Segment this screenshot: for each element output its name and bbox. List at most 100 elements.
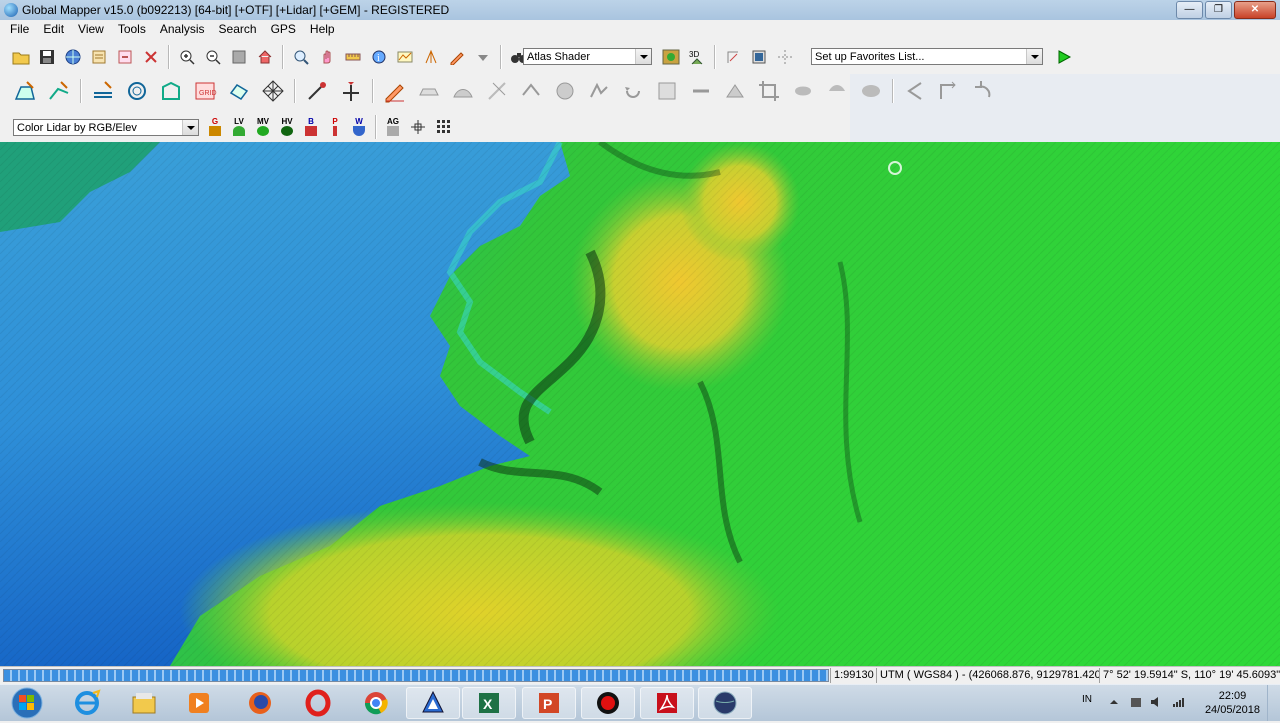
tray-expand-icon[interactable] xyxy=(1108,696,1120,708)
chrome-taskbar-icon[interactable] xyxy=(349,687,403,719)
export-icon[interactable] xyxy=(113,45,137,69)
connect-icon[interactable] xyxy=(686,76,716,106)
menu-help[interactable]: Help xyxy=(303,20,342,38)
save-icon[interactable] xyxy=(35,45,59,69)
combine-area-icon[interactable] xyxy=(856,76,886,106)
building-class-button[interactable]: B xyxy=(300,116,322,138)
cut-feature-icon[interactable] xyxy=(414,76,444,106)
global-mapper-taskbar-icon[interactable] xyxy=(406,687,460,719)
zoom-out-icon[interactable] xyxy=(201,45,225,69)
excel-taskbar-icon[interactable]: X xyxy=(462,687,516,719)
create-range-ring-icon[interactable] xyxy=(88,76,118,106)
media-player-taskbar-icon[interactable] xyxy=(172,687,226,719)
offset-icon[interactable] xyxy=(720,76,750,106)
scale-icon[interactable] xyxy=(652,76,682,106)
create-line-icon[interactable] xyxy=(44,76,74,106)
acrobat-taskbar-icon[interactable] xyxy=(640,687,694,719)
edit-vertices-icon[interactable] xyxy=(156,76,186,106)
low-veg-class-button[interactable]: LV xyxy=(228,116,250,138)
zoom-in-icon[interactable] xyxy=(175,45,199,69)
run-favorite-icon[interactable] xyxy=(1052,45,1076,69)
auto-classify-button[interactable]: AG xyxy=(382,116,404,138)
view-shed-icon[interactable] xyxy=(419,45,443,69)
lattice-icon[interactable] xyxy=(258,76,288,106)
minimize-button[interactable]: — xyxy=(1176,1,1203,19)
ground-class-button[interactable]: G xyxy=(204,116,226,138)
power-line-class-button[interactable]: P xyxy=(324,116,346,138)
reshape-icon[interactable] xyxy=(516,76,546,106)
create-buffer-icon[interactable] xyxy=(122,76,152,106)
action-center-icon[interactable] xyxy=(1130,696,1142,708)
favorites-select[interactable]: Set up Favorites List... xyxy=(811,48,1043,65)
zoom-tool-icon[interactable] xyxy=(289,45,313,69)
chevron-down-icon[interactable] xyxy=(635,49,651,64)
merge-feature-icon[interactable] xyxy=(448,76,478,106)
crop-icon[interactable] xyxy=(754,76,784,106)
web-globe-icon[interactable] xyxy=(61,45,85,69)
menu-analysis[interactable]: Analysis xyxy=(153,20,212,38)
map-view[interactable] xyxy=(0,142,1280,666)
chevron-down-icon[interactable] xyxy=(1026,49,1042,64)
simplify-icon[interactable] xyxy=(584,76,614,106)
input-language[interactable]: IN xyxy=(1082,694,1092,705)
snap-icon[interactable] xyxy=(900,76,930,106)
ie-taskbar-icon[interactable] xyxy=(60,687,114,719)
close-button[interactable]: ✕ xyxy=(1234,1,1276,19)
show-desktop-button[interactable] xyxy=(1267,685,1280,721)
lidar-color-select[interactable]: Color Lidar by RGB/Elev xyxy=(13,119,199,136)
measure-tool-icon[interactable] xyxy=(341,45,365,69)
3d-view-icon[interactable]: 3D xyxy=(685,45,709,69)
create-grid-icon[interactable]: GRID xyxy=(190,76,220,106)
screen-recorder-taskbar-icon[interactable] xyxy=(581,687,635,719)
start-button[interactable] xyxy=(6,686,48,720)
edit-feature-icon[interactable] xyxy=(380,76,410,106)
feature-info-icon[interactable]: i xyxy=(367,45,391,69)
digitizer-icon[interactable] xyxy=(445,45,469,69)
open-folder-icon[interactable] xyxy=(9,45,33,69)
menu-search[interactable]: Search xyxy=(212,20,264,38)
vertex-up-icon[interactable] xyxy=(934,76,964,106)
insert-vertex-icon[interactable] xyxy=(302,76,332,106)
menu-gps[interactable]: GPS xyxy=(264,20,303,38)
create-area-icon[interactable] xyxy=(10,76,40,106)
split-feature-icon[interactable] xyxy=(482,76,512,106)
system-clock[interactable]: 22:09 24/05/2018 xyxy=(1205,689,1260,717)
shader-options-icon[interactable] xyxy=(659,45,683,69)
menu-view[interactable]: View xyxy=(71,20,111,38)
maximize-button[interactable]: ❐ xyxy=(1205,1,1232,19)
split-area-icon[interactable] xyxy=(822,76,852,106)
menu-file[interactable]: File xyxy=(0,20,36,38)
shader-select[interactable]: Atlas Shader xyxy=(523,48,652,65)
create-polygon-icon[interactable] xyxy=(224,76,254,106)
config-icon[interactable] xyxy=(139,45,163,69)
print-layout-icon[interactable] xyxy=(87,45,111,69)
layer-control-icon[interactable] xyxy=(747,45,771,69)
menu-tools[interactable]: Tools xyxy=(111,20,153,38)
filter-points-icon[interactable] xyxy=(406,115,430,139)
high-veg-class-button[interactable]: HV xyxy=(276,116,298,138)
dropdown-tools-icon[interactable] xyxy=(471,45,495,69)
medium-veg-class-button[interactable]: MV xyxy=(252,116,274,138)
undo-icon[interactable] xyxy=(968,76,998,106)
grid-points-icon[interactable] xyxy=(432,115,456,139)
home-icon[interactable] xyxy=(253,45,277,69)
network-icon[interactable] xyxy=(1172,696,1184,708)
full-view-icon[interactable] xyxy=(227,45,251,69)
move-vertex-icon[interactable] xyxy=(336,76,366,106)
globe-app-taskbar-icon[interactable] xyxy=(698,687,752,719)
pan-tool-icon[interactable] xyxy=(315,45,339,69)
area-fill-icon[interactable] xyxy=(788,76,818,106)
path-profile-icon[interactable] xyxy=(393,45,417,69)
powerpoint-taskbar-icon[interactable]: P xyxy=(522,687,576,719)
firefox-taskbar-icon[interactable] xyxy=(233,687,287,719)
shaded-relief-map[interactable] xyxy=(0,142,1280,666)
chevron-down-icon[interactable] xyxy=(182,120,198,135)
volume-icon[interactable] xyxy=(1150,696,1162,708)
opera-taskbar-icon[interactable] xyxy=(291,687,345,719)
grid-snap-icon[interactable] xyxy=(773,45,797,69)
water-class-button[interactable]: W xyxy=(348,116,370,138)
menu-edit[interactable]: Edit xyxy=(36,20,71,38)
explorer-taskbar-icon[interactable] xyxy=(117,687,171,719)
vertical-exag-icon[interactable] xyxy=(721,45,745,69)
smooth-icon[interactable] xyxy=(550,76,580,106)
